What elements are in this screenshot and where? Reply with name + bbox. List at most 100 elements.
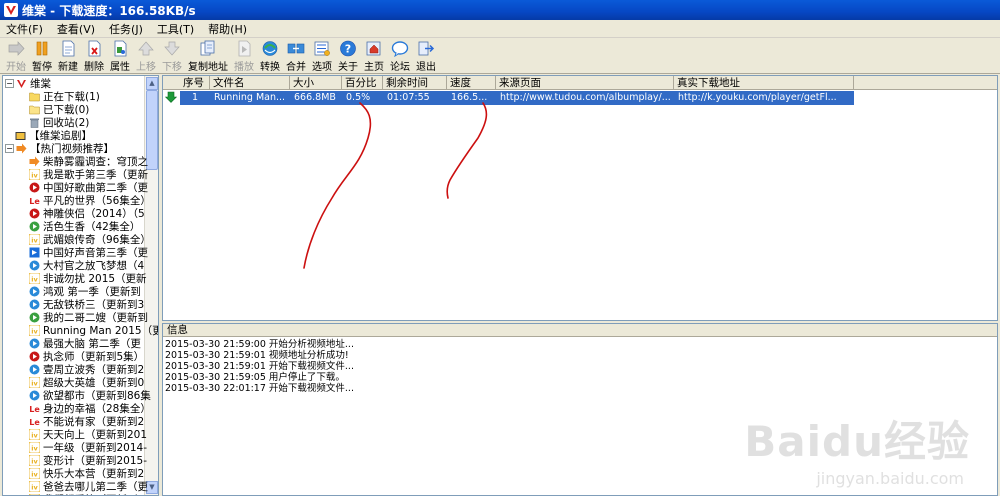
title-bar: 维棠 - 下载速度：166.58KB/s <box>0 0 1000 20</box>
menu-file[interactable]: 文件(F) <box>2 21 47 37</box>
toolbar-label: 退出 <box>416 62 436 73</box>
menu-task[interactable]: 任务(J) <box>105 21 147 37</box>
convert-icon <box>262 41 278 56</box>
collapse-toggle-icon[interactable]: − <box>5 144 14 153</box>
toolbar-label: 选项 <box>312 62 332 73</box>
svg-text:iv: iv <box>31 458 38 466</box>
app-logo-icon <box>16 78 27 89</box>
move-up-button[interactable]: 上移 <box>134 40 158 73</box>
start-button[interactable]: 开始 <box>4 40 28 73</box>
col-speed[interactable]: 速度 <box>447 76 496 90</box>
exit-button[interactable]: 退出 <box>414 40 438 73</box>
svg-text:iv: iv <box>31 237 38 245</box>
properties-icon <box>114 40 127 57</box>
copy-address-button[interactable]: 复制地址 <box>186 40 230 73</box>
menu-bar: 文件(F) 查看(V) 任务(J) 工具(T) 帮助(H) <box>0 20 1000 38</box>
toolbar-label: 暂停 <box>32 62 52 73</box>
iqiyi-site-icon: iv <box>29 429 40 440</box>
move-down-button[interactable]: 下移 <box>160 40 184 73</box>
play-green-site-icon <box>29 312 40 323</box>
toolbar-label: 主页 <box>364 62 384 73</box>
svg-text:iv: iv <box>31 471 38 479</box>
iqiyi-site-icon: iv <box>29 468 40 479</box>
svg-text:iv: iv <box>31 432 38 440</box>
col-index[interactable]: 序号 <box>180 76 210 90</box>
col-real-url[interactable]: 真实下载地址 <box>674 76 854 90</box>
log-line: 2015-03-30 22:01:17 开始下载视频文件... <box>165 383 354 394</box>
exit-icon <box>418 41 435 56</box>
about-icon: ? <box>340 40 356 57</box>
square-blue-site-icon <box>29 247 40 258</box>
col-remaining[interactable]: 剩余时间 <box>383 76 447 90</box>
play-blue-site-icon <box>29 390 40 401</box>
record-site-icon <box>29 182 40 193</box>
col-percent[interactable]: 百分比 <box>342 76 383 90</box>
merge-button[interactable]: 合并 <box>284 40 308 73</box>
iqiyi-site-icon: iv <box>29 442 40 453</box>
new-button[interactable]: 新建 <box>56 40 80 73</box>
svg-text:Le: Le <box>29 418 40 427</box>
letv-site-icon: Le <box>29 195 40 206</box>
col-size[interactable]: 大小 <box>290 76 342 90</box>
toolbar-label: 上移 <box>136 62 156 73</box>
svg-text:iv: iv <box>31 328 38 336</box>
app-logo-icon <box>4 3 18 17</box>
play-icon <box>238 40 251 57</box>
play-green-site-icon <box>29 221 40 232</box>
play-blue-site-icon <box>29 260 40 271</box>
record-site-icon <box>29 208 40 219</box>
col-source[interactable]: 来源页面 <box>496 76 674 90</box>
col-filename[interactable]: 文件名 <box>210 76 290 90</box>
iqiyi-site-icon: iv <box>29 234 40 245</box>
play-blue-site-icon <box>29 338 40 349</box>
home-icon <box>366 41 381 56</box>
menu-help[interactable]: 帮助(H) <box>204 21 251 37</box>
svg-text:?: ? <box>345 43 351 56</box>
cell-source: http://www.tudou.com/albumplay/... <box>496 91 674 105</box>
iqiyi-site-icon: iv <box>29 325 40 336</box>
info-log: 信息 2015-03-30 21:59:00 开始分析视频地址... 2015-0… <box>162 323 998 496</box>
new-icon <box>62 40 75 57</box>
status-download-icon <box>165 91 179 105</box>
collapse-toggle-icon[interactable]: − <box>5 79 14 88</box>
iqiyi-site-icon: iv <box>29 481 40 492</box>
pause-icon <box>36 41 48 56</box>
options-icon <box>314 41 330 56</box>
home-button[interactable]: 主页 <box>362 40 386 73</box>
tree-label: 我们都爱笑（更新到20 <box>43 492 151 495</box>
toolbar-label: 转换 <box>260 62 280 73</box>
toolbar-label: 属性 <box>110 62 130 73</box>
scroll-up-arrow-icon[interactable]: ▲ <box>146 77 158 90</box>
sidebar-tree: ▲ ▼ − 维棠 正在下载(1) 已下载(0) 回收站(2) 【维棠追剧】 − 【热门视频推荐… <box>2 75 159 496</box>
log-line: 2015-03-30 21:59:01 视频地址分析成功! <box>165 350 349 361</box>
delete-icon <box>88 40 101 57</box>
play-button[interactable]: 播放 <box>232 40 256 73</box>
pause-button[interactable]: 暂停 <box>30 40 54 73</box>
svg-text:iv: iv <box>31 276 38 284</box>
log-line: 2015-03-30 21:59:05 用户停止了下载。 <box>165 372 345 383</box>
move-down-icon <box>164 41 180 56</box>
cell-filename: Running Man... <box>210 91 290 105</box>
convert-button[interactable]: 转换 <box>258 40 282 73</box>
toolbar: 开始 暂停 新建 删除 属性 上移 下移 复制地址 播放 转换 合并 选项 ? 关于 主页 论坛 退出 <box>0 38 1000 74</box>
toolbar-label: 合并 <box>286 62 306 73</box>
table-header: 序号 文件名 大小 百分比 剩余时间 速度 来源页面 真实下载地址 <box>163 76 997 90</box>
table-row[interactable]: 1 Running Man... 666.8MB 0.5% 01:07:55 1… <box>163 91 997 105</box>
properties-button[interactable]: 属性 <box>108 40 132 73</box>
follow-folder-icon <box>15 130 26 141</box>
merge-icon <box>287 43 305 54</box>
svg-text:iv: iv <box>31 172 38 180</box>
svg-text:iv: iv <box>31 445 38 453</box>
iqiyi-site-icon: iv <box>29 169 40 180</box>
menu-tools[interactable]: 工具(T) <box>153 21 198 37</box>
hot-arrow-icon <box>16 143 27 154</box>
menu-view[interactable]: 查看(V) <box>53 21 99 37</box>
about-button[interactable]: ? 关于 <box>336 40 360 73</box>
options-button[interactable]: 选项 <box>310 40 334 73</box>
play-blue-site-icon <box>29 286 40 297</box>
forum-button[interactable]: 论坛 <box>388 40 412 73</box>
delete-button[interactable]: 删除 <box>82 40 106 73</box>
toolbar-label: 开始 <box>6 62 26 73</box>
iqiyi-site-icon: iv <box>29 273 40 284</box>
toolbar-label: 删除 <box>84 62 104 73</box>
